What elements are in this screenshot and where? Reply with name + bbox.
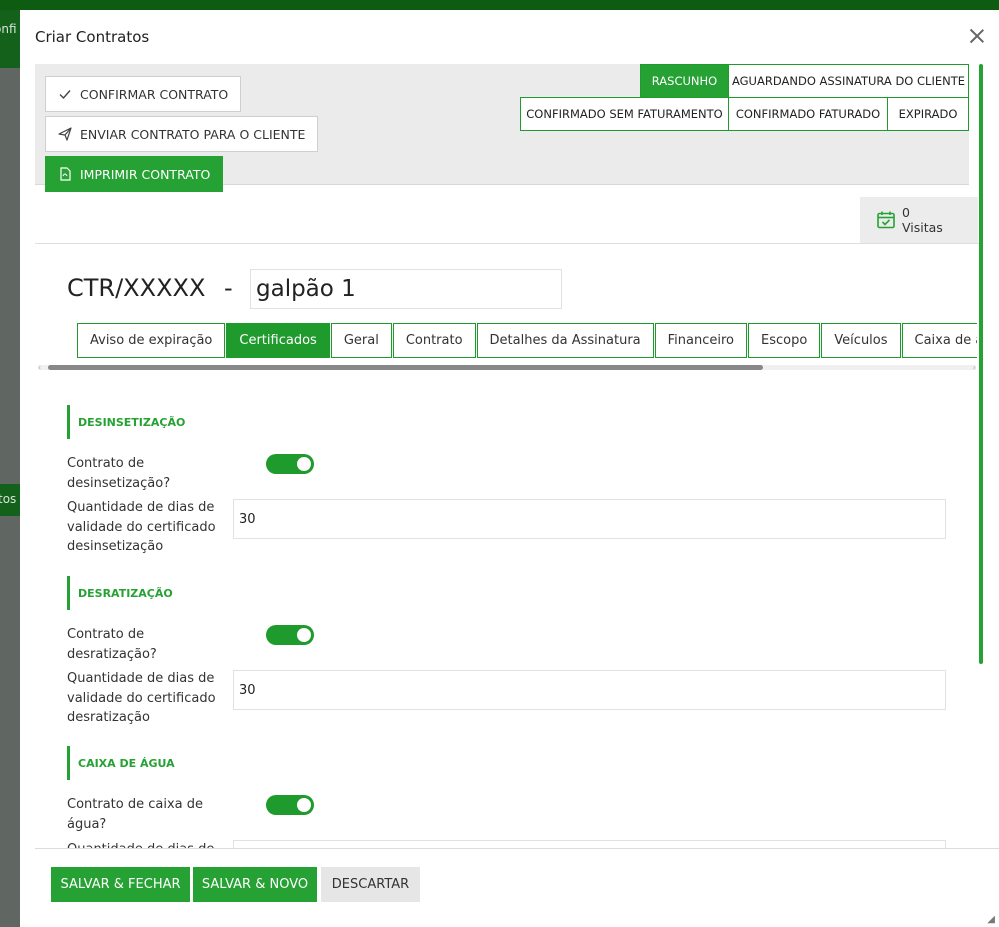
pdf-icon bbox=[60, 167, 71, 181]
input-dias-desinsetizacao[interactable] bbox=[233, 499, 946, 539]
print-contract-button[interactable]: IMPRIMIR CONTRATO bbox=[45, 156, 224, 192]
tab-veiculos[interactable]: Veículos bbox=[821, 323, 901, 358]
visits-label: Visitas bbox=[902, 220, 943, 235]
toggle-desratizacao[interactable] bbox=[266, 625, 314, 645]
tab-caixa-de-agua[interactable]: Caixa de água bbox=[901, 323, 977, 358]
visits-button[interactable]: 0 Visitas bbox=[860, 197, 978, 243]
label-dias-desratizacao: Quantidade de dias de validade do certif… bbox=[67, 671, 216, 725]
background-app: onfi tos bbox=[0, 10, 22, 927]
status-rascunho[interactable]: RASCUNHO bbox=[640, 64, 729, 98]
save-and-close-button[interactable]: SALVAR & FECHAR bbox=[51, 867, 190, 902]
tab-contrato[interactable]: Contrato bbox=[392, 323, 476, 358]
send-contract-label: ENVIAR CONTRATO PARA O CLIENTE bbox=[80, 126, 306, 142]
send-icon bbox=[58, 127, 72, 141]
label-contrato-caixa-de-agua: Contrato de caixa de água? bbox=[67, 797, 204, 832]
check-icon bbox=[59, 90, 71, 100]
confirm-contract-label: CONFIRMAR CONTRATO bbox=[80, 86, 229, 102]
tab-escopo[interactable]: Escopo bbox=[748, 323, 821, 358]
label-contrato-desinsetizacao: Contrato de desinsetização? bbox=[67, 456, 171, 491]
visits-count: 0 bbox=[902, 205, 910, 220]
toggle-caixa-de-agua[interactable] bbox=[266, 795, 314, 815]
action-bar: CONFIRMAR CONTRATO ENVIAR CONTRATO PARA … bbox=[35, 64, 969, 192]
scroll-right-icon[interactable]: › bbox=[973, 363, 976, 372]
background-nav-block bbox=[0, 10, 22, 68]
tab-bar: Aviso de expiração Certificados Geral Co… bbox=[77, 323, 977, 358]
background-text: onfi bbox=[0, 22, 17, 36]
modal-footer: SALVAR & FECHAR SALVAR & NOVO DESCARTAR bbox=[35, 848, 999, 927]
tab-certificados[interactable]: Certificados bbox=[226, 323, 330, 358]
status-expirado[interactable]: EXPIRADO bbox=[887, 97, 969, 131]
contract-code: CTR/XXXXX bbox=[67, 274, 206, 302]
confirm-contract-button[interactable]: CONFIRMAR CONTRATO bbox=[45, 76, 242, 112]
certificados-panel: DESINSETIZAÇÃO Contrato de desinsetizaçã… bbox=[20, 390, 999, 848]
close-icon[interactable] bbox=[967, 26, 987, 46]
toggle-desinsetizacao[interactable] bbox=[266, 454, 314, 474]
save-and-new-button[interactable]: SALVAR & NOVO bbox=[193, 867, 317, 902]
create-contract-modal: Criar Contratos CONFIRMAR CONTRATO ENVIA… bbox=[20, 10, 999, 927]
tab-detalhes-da-assinatura[interactable]: Detalhes da Assinatura bbox=[476, 323, 654, 358]
input-dias-caixa-de-agua[interactable] bbox=[233, 840, 946, 848]
divider bbox=[35, 243, 979, 244]
status-confirmado-sem-faturamento[interactable]: CONFIRMADO SEM FATURAMENTO bbox=[520, 97, 729, 131]
tab-geral[interactable]: Geral bbox=[330, 323, 392, 358]
tab-list: Aviso de expiração Certificados Geral Co… bbox=[77, 323, 977, 358]
scrollbar-thumb[interactable] bbox=[48, 365, 763, 370]
section-title-desinsetizacao: DESINSETIZAÇÃO bbox=[67, 405, 185, 439]
label-dias-caixa-de-agua: Quantidade de dias de bbox=[67, 840, 217, 848]
status-confirmado-faturado[interactable]: CONFIRMADO FATURADO bbox=[728, 97, 888, 131]
modal-title: Criar Contratos bbox=[35, 28, 150, 46]
resize-handle-icon[interactable]: ◢ bbox=[987, 914, 995, 925]
status-aguardando-assinatura[interactable]: AGUARDANDO ASSINATURA DO CLIENTE bbox=[728, 64, 969, 98]
tab-aviso-de-expiracao[interactable]: Aviso de expiração bbox=[77, 323, 226, 358]
print-contract-label: IMPRIMIR CONTRATO bbox=[80, 166, 211, 182]
background-text: tos bbox=[0, 492, 17, 506]
contract-name-input[interactable] bbox=[250, 269, 562, 309]
discard-button[interactable]: DESCARTAR bbox=[321, 867, 420, 902]
background-topbar bbox=[0, 0, 999, 10]
label-dias-desinsetizacao: Quantidade de dias de validade do certif… bbox=[67, 500, 216, 554]
tabs-horizontal-scrollbar[interactable]: ‹ › bbox=[38, 363, 976, 372]
label-contrato-desratizacao: Contrato de desratização? bbox=[67, 627, 157, 662]
input-dias-desratizacao[interactable] bbox=[233, 670, 946, 710]
contract-separator: - bbox=[224, 274, 233, 302]
section-title-caixa-de-agua: CAIXA DE ÁGUA bbox=[67, 746, 175, 780]
tab-financeiro[interactable]: Financeiro bbox=[654, 323, 747, 358]
send-contract-button[interactable]: ENVIAR CONTRATO PARA O CLIENTE bbox=[45, 116, 319, 152]
calendar-check-icon bbox=[877, 211, 895, 229]
scroll-left-icon[interactable]: ‹ bbox=[38, 363, 41, 372]
section-title-desratizacao: DESRATIZAÇÃO bbox=[67, 576, 173, 610]
